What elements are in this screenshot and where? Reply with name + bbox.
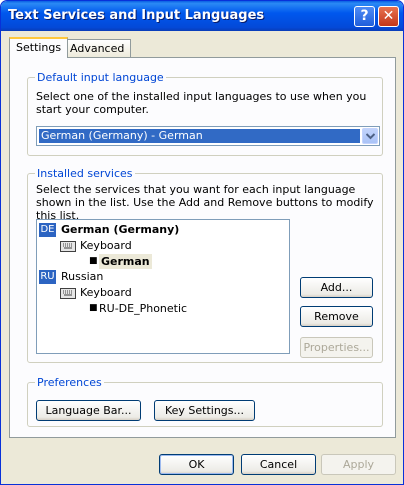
installed-services-description: Select the services that you want for ea… — [36, 183, 374, 222]
window-title: Text Services and Input Languages — [8, 8, 265, 23]
chevron-down-icon[interactable] — [362, 128, 378, 144]
default-input-language-description: Select one of the installed input langua… — [36, 90, 367, 116]
cancel-button[interactable]: Cancel — [241, 454, 316, 475]
apply-button[interactable]: Apply — [321, 454, 396, 475]
key-settings-button[interactable]: Key Settings... — [154, 400, 255, 421]
default-language-select[interactable]: German (Germany) - German — [36, 126, 380, 146]
bullet-icon: ■ — [89, 303, 98, 313]
help-button[interactable]: ? — [354, 6, 375, 27]
tab-advanced[interactable]: Advanced — [63, 39, 132, 58]
language-bar-button[interactable]: Language Bar... — [36, 400, 141, 421]
properties-button[interactable]: Properties... — [300, 337, 373, 358]
tree-item-layout-german[interactable]: German — [99, 254, 152, 269]
language-badge-ru: RU — [39, 270, 56, 284]
bullet-icon: ■ — [89, 256, 98, 266]
language-badge-de: DE — [39, 223, 56, 237]
keyboard-icon — [60, 241, 76, 252]
tree-item-german-germany[interactable]: German (Germany) — [61, 222, 179, 237]
installed-services-label: Installed services — [35, 167, 135, 180]
ok-button[interactable]: OK — [159, 454, 234, 475]
remove-button[interactable]: Remove — [300, 306, 373, 327]
tree-item-layout-ru-de-phonetic[interactable]: RU-DE_Phonetic — [99, 301, 187, 316]
default-language-value: German (Germany) - German — [39, 129, 360, 143]
add-button[interactable]: Add... — [300, 277, 373, 298]
tree-item-keyboard-de[interactable]: Keyboard — [80, 238, 132, 253]
dialog-window: Text Services and Input Languages ? ✕ Se… — [0, 0, 404, 485]
default-input-language-label: Default input language — [35, 71, 166, 84]
tree-item-russian[interactable]: Russian — [61, 269, 103, 284]
title-bar[interactable]: Text Services and Input Languages ? ✕ — [1, 1, 403, 31]
tree-item-keyboard-ru[interactable]: Keyboard — [80, 285, 132, 300]
close-button[interactable]: ✕ — [378, 6, 399, 27]
tab-settings[interactable]: Settings — [9, 37, 69, 58]
preferences-label: Preferences — [35, 376, 104, 389]
keyboard-icon — [60, 288, 76, 299]
installed-services-tree[interactable]: DE German (Germany) Keyboard ■ German RU… — [36, 219, 290, 354]
